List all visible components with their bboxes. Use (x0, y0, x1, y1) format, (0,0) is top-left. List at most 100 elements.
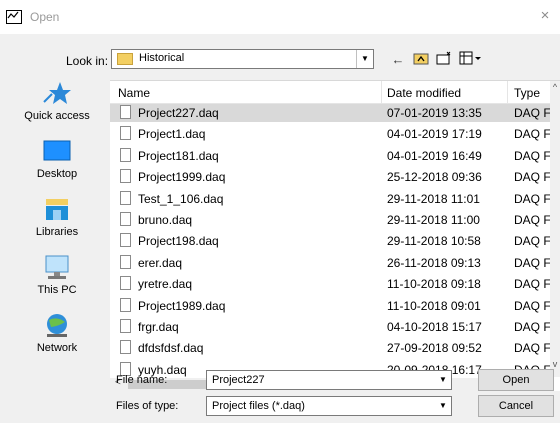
file-row[interactable]: Project1989.daq 11-10-2018 09:01 DAQ F (110, 297, 555, 315)
column-date-modified[interactable]: Date modified (387, 86, 461, 100)
file-name-input[interactable]: Project227 ▼ (206, 370, 452, 390)
file-date: 04-10-2018 15:17 (387, 320, 482, 334)
file-date: 07-01-2019 13:35 (387, 106, 482, 120)
file-row[interactable]: bruno.daq 29-11-2018 11:00 DAQ F (110, 211, 555, 229)
new-folder-icon (436, 51, 451, 65)
file-name: yretre.daq (138, 277, 193, 292)
look-in-label: Look in: (66, 54, 109, 68)
file-date: 11-10-2018 09:18 (387, 277, 481, 292)
file-name: Project227.daq (138, 106, 219, 120)
app-icon (6, 10, 22, 24)
file-date: 25-12-2018 09:36 (387, 170, 482, 185)
file-type: DAQ F (514, 148, 551, 163)
file-date: 04-01-2019 16:49 (387, 148, 482, 163)
file-icon (120, 319, 131, 333)
new-folder-button[interactable] (435, 51, 453, 69)
place-this-pc[interactable]: This PC (8, 254, 106, 312)
place-desktop[interactable]: Desktop (8, 138, 106, 196)
file-date: 26-11-2018 09:13 (387, 255, 481, 270)
file-row[interactable]: Project1.daq 04-01-2019 17:19 DAQ F (110, 125, 555, 143)
file-icon (120, 147, 131, 162)
star-icon (43, 82, 71, 104)
file-type: DAQ F (514, 234, 551, 249)
file-row[interactable]: Project1999.daq 25-12-2018 09:36 DAQ F (110, 168, 555, 186)
file-icon (120, 126, 131, 141)
file-row[interactable]: Project181.daq 04-01-2019 16:49 DAQ F (110, 147, 555, 165)
file-icon (120, 190, 131, 205)
place-label: This PC (37, 284, 77, 296)
file-type: DAQ F (514, 191, 551, 206)
column-divider[interactable] (507, 81, 508, 103)
file-date: 29-11-2018 10:58 (387, 234, 481, 249)
folder-icon (117, 53, 133, 65)
file-icon (120, 233, 131, 248)
place-label: Network (36, 342, 78, 354)
file-row[interactable]: Project227.daq 07-01-2019 13:35 DAQ F (110, 104, 555, 122)
up-folder-icon (413, 53, 429, 65)
file-name: bruno.daq (138, 213, 193, 227)
open-button[interactable]: Open (478, 369, 554, 391)
place-quick-access[interactable]: Quick access (8, 80, 106, 138)
scroll-up-arrow[interactable]: ^ (550, 82, 560, 92)
file-name: dfdsfdsf.daq (138, 341, 204, 356)
file-name-value[interactable]: Project227 (212, 374, 265, 386)
file-type: DAQ F (514, 106, 551, 120)
column-divider[interactable] (381, 81, 382, 103)
places-bar: Quick access Desktop Libraries This PC N… (8, 80, 106, 388)
up-folder-button[interactable] (412, 51, 430, 69)
look-in-value: Historical (139, 52, 185, 64)
view-menu-icon (459, 51, 481, 65)
file-icon (120, 169, 131, 184)
file-icon (120, 212, 131, 226)
file-row[interactable]: yretre.daq 11-10-2018 09:18 DAQ F (110, 275, 555, 293)
libraries-icon (46, 199, 68, 220)
place-label: Libraries (35, 226, 79, 238)
file-row[interactable]: Project198.daq 29-11-2018 10:58 DAQ F (110, 232, 555, 250)
file-name: erer.daq (138, 255, 183, 270)
file-list[interactable]: Name Date modified Type Project227.daq 07… (110, 80, 560, 391)
column-type[interactable]: Type (514, 86, 540, 100)
file-icon (120, 254, 131, 269)
file-type: DAQ F (514, 213, 551, 227)
file-date: 29-11-2018 11:01 (387, 191, 480, 206)
title-bar: Open × (0, 0, 560, 34)
column-name[interactable]: Name (118, 86, 150, 100)
file-row[interactable]: erer.daq 26-11-2018 09:13 DAQ F (110, 254, 555, 272)
file-type: DAQ F (514, 298, 551, 313)
file-type: DAQ F (514, 277, 551, 292)
back-button[interactable]: ← (390, 51, 406, 69)
chevron-down-icon[interactable]: ▼ (435, 371, 451, 389)
cancel-button[interactable]: Cancel (478, 395, 554, 417)
file-date: 04-01-2019 17:19 (387, 127, 482, 142)
place-libraries[interactable]: Libraries (8, 196, 106, 254)
look-in-dropdown[interactable]: Historical ▼ (111, 49, 374, 69)
view-menu-button[interactable] (458, 51, 484, 69)
chevron-down-icon[interactable]: ▼ (356, 50, 373, 68)
network-icon (47, 314, 67, 337)
file-icon (120, 105, 131, 119)
file-name: Project1.daq (138, 127, 206, 142)
file-row[interactable]: dfdsfdsf.daq 27-09-2018 09:52 DAQ F (110, 339, 555, 357)
file-row[interactable]: frgr.daq 04-10-2018 15:17 DAQ F (110, 318, 555, 336)
vertical-scrollbar[interactable]: ^ v (550, 81, 560, 377)
close-button[interactable]: × (532, 4, 558, 28)
file-type-value: Project files (*.daq) (212, 400, 305, 412)
file-type-label: Files of type: (116, 400, 179, 412)
file-type: DAQ F (514, 170, 551, 185)
place-network[interactable]: Network (8, 312, 106, 370)
file-name: Project1989.daq (138, 298, 226, 313)
file-row[interactable]: Test_1_106.daq 29-11-2018 11:01 DAQ F (110, 190, 555, 208)
file-list-header: Name Date modified Type (110, 81, 560, 104)
file-type-select[interactable]: Project files (*.daq) ▼ (206, 396, 452, 416)
file-name: frgr.daq (138, 320, 179, 334)
scroll-down-arrow[interactable]: v (550, 359, 560, 369)
file-date: 11-10-2018 09:01 (387, 298, 481, 313)
file-type: DAQ F (514, 127, 551, 142)
file-type: DAQ F (514, 320, 551, 334)
file-name: Project198.daq (138, 234, 219, 249)
file-date: 27-09-2018 09:52 (387, 341, 482, 356)
file-name: Project181.daq (138, 148, 219, 163)
chevron-down-icon[interactable]: ▼ (435, 397, 451, 415)
file-icon (120, 276, 131, 291)
computer-icon (45, 255, 69, 279)
